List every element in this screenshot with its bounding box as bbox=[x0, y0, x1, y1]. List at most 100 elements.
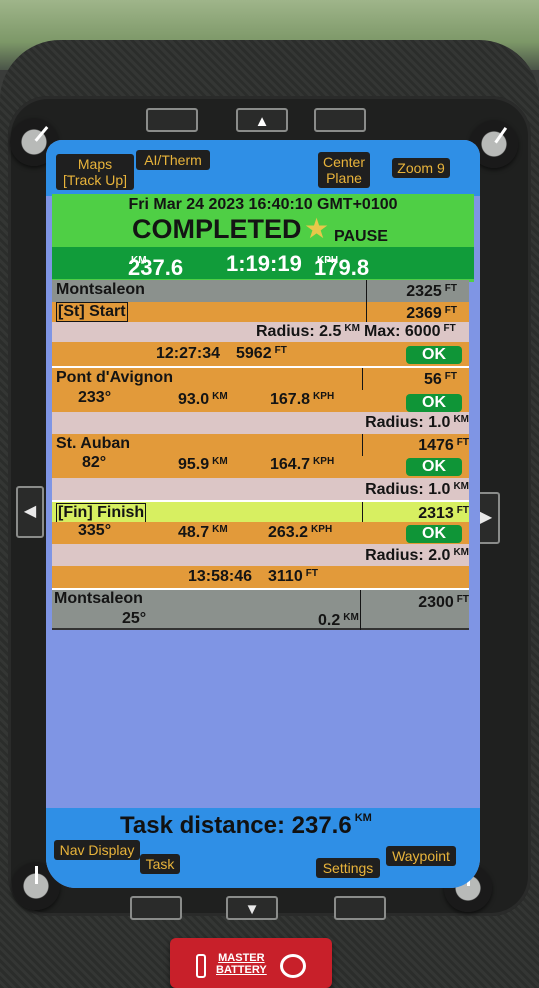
waypoint-altitude: 2300 bbox=[418, 594, 454, 611]
settings-softkey[interactable]: Settings bbox=[316, 858, 380, 878]
distance-unit: KM bbox=[212, 391, 228, 402]
distance-unit: KM bbox=[343, 612, 359, 623]
left-arrow-icon: ◀ bbox=[23, 503, 37, 520]
start-max-altitude: Max: 6000 bbox=[364, 323, 441, 340]
nav-display-softkey[interactable]: Nav Display bbox=[54, 840, 140, 860]
waypoint-speed: 263.2 bbox=[268, 524, 309, 541]
speed-unit: KPH bbox=[313, 391, 335, 402]
speed-unit: KPH bbox=[311, 524, 333, 535]
ok-status-badge: OK bbox=[406, 346, 462, 364]
waypoint-altitude: 2313 bbox=[418, 505, 454, 522]
waypoint-row-finish[interactable]: [Fin] Finish 2313 FT bbox=[52, 500, 469, 524]
waypoint-heading: 25° bbox=[122, 610, 147, 627]
waypoint-row-montsaleon-return[interactable]: Montsaleon 2300 FT 25° 0.2 KM bbox=[52, 588, 469, 630]
up-arrow-icon: ▲ bbox=[254, 113, 270, 130]
ok-status-badge: OK bbox=[406, 458, 462, 476]
waypoint-altitude: 2325 bbox=[406, 283, 442, 300]
waypoint-row-st-auban[interactable]: St. Auban 1476 FT 82° 95.9 KM 164.7 KPH OK bbox=[52, 434, 469, 478]
total-distance-unit: KM bbox=[131, 255, 147, 266]
waypoint-distance: 95.9 bbox=[178, 456, 210, 473]
left-arrow-button[interactable]: ◀ bbox=[16, 486, 44, 538]
waypoint-name: [Fin] Finish bbox=[56, 503, 147, 523]
start-time-row: 12:27:34 5962 FT OK bbox=[52, 342, 469, 366]
start-time: 12:27:34 bbox=[156, 345, 221, 362]
waypoint-heading: 233° bbox=[78, 389, 112, 406]
waypoint-speed: 167.8 bbox=[270, 391, 311, 408]
waypoint-name: Montsaleon bbox=[54, 590, 143, 607]
column-divider bbox=[362, 502, 363, 524]
waypoint-name: Pont d'Avignon bbox=[56, 369, 173, 386]
up-arrow-button[interactable]: ▲ bbox=[236, 108, 288, 132]
pause-button[interactable]: PAUSE bbox=[334, 228, 388, 246]
finish-time-row: 13:58:46 3110 FT bbox=[52, 566, 469, 588]
waypoint-name: Montsaleon bbox=[56, 281, 145, 298]
radius-unit: KM bbox=[453, 547, 469, 558]
column-divider bbox=[362, 368, 363, 390]
task-softkey[interactable]: Task bbox=[140, 854, 180, 874]
task-stats-bar: 237.6 KM 1:19:19 179.8 KPH bbox=[52, 247, 474, 280]
speed-unit: KPH bbox=[313, 456, 335, 467]
task-distance-unit: KM bbox=[354, 812, 372, 824]
waypoint-altitude: 2369 bbox=[406, 305, 442, 322]
waypoint-name: St. Auban bbox=[56, 435, 131, 452]
down-arrow-icon: ▼ bbox=[244, 901, 260, 918]
finish-time-altitude: 3110 bbox=[268, 568, 303, 585]
waypoint-name: [St] Start bbox=[56, 302, 128, 322]
waypoint-radius: Radius: 1.0 bbox=[365, 414, 451, 431]
bottom-right-hardware-button[interactable] bbox=[334, 896, 386, 920]
waypoint-row-start[interactable]: [St] Start 2369 FT bbox=[52, 302, 469, 322]
radius-unit: KM bbox=[344, 323, 360, 334]
pont-radius-row: Radius: 1.0 KM bbox=[52, 412, 469, 434]
master-battery-switch[interactable]: MASTER BATTERY bbox=[170, 938, 332, 988]
altitude-unit: FT bbox=[444, 283, 457, 294]
waypoint-altitude: 1476 bbox=[418, 437, 454, 454]
ai-therm-softkey[interactable]: AI/Therm bbox=[136, 150, 210, 170]
distance-unit: KM bbox=[212, 456, 228, 467]
power-ring-icon bbox=[280, 954, 306, 978]
radius-unit: KM bbox=[453, 481, 469, 492]
max-altitude-unit: FT bbox=[443, 323, 456, 334]
maps-track-up-softkey[interactable]: Maps [Track Up] bbox=[56, 154, 134, 190]
auban-radius-row: Radius: 1.0 KM bbox=[52, 478, 469, 500]
switch-slot-icon bbox=[196, 954, 206, 978]
waypoint-softkey[interactable]: Waypoint bbox=[386, 846, 456, 866]
altitude-unit: FT bbox=[456, 594, 469, 605]
center-plane-softkey[interactable]: Center Plane bbox=[318, 152, 370, 188]
start-radius: Radius: 2.5 bbox=[256, 323, 342, 340]
finish-time: 13:58:46 bbox=[188, 568, 253, 585]
task-state-label: COMPLETED bbox=[132, 214, 302, 244]
start-time-altitude: 5962 bbox=[236, 345, 272, 362]
altitude-unit: FT bbox=[456, 437, 469, 448]
top-right-hardware-button[interactable] bbox=[314, 108, 366, 132]
elapsed-time-value: 1:19:19 bbox=[226, 251, 302, 276]
altitude-unit: FT bbox=[444, 371, 457, 382]
waypoint-heading: 82° bbox=[82, 454, 107, 471]
datetime-label: Fri Mar 24 2023 16:40:10 GMT+0100 bbox=[128, 196, 398, 213]
task-distance-label: Task distance: 237.6 KM bbox=[120, 812, 372, 840]
right-arrow-icon: ▶ bbox=[479, 509, 493, 526]
waypoint-row-pont-davignon[interactable]: Pont d'Avignon 56 FT 233° 93.0 KM 167.8 KPH… bbox=[52, 366, 469, 412]
column-divider bbox=[366, 302, 367, 322]
radius-unit: KM bbox=[453, 414, 469, 425]
nav-display-screen: Maps [Track Up] AI/Therm Center Plane Zo… bbox=[46, 140, 480, 888]
master-battery-label: MASTER BATTERY bbox=[216, 952, 267, 976]
ok-status-badge: OK bbox=[406, 394, 462, 412]
finish-radius-row: Radius: 2.0 KM bbox=[52, 544, 469, 566]
waypoint-distance: 48.7 bbox=[178, 524, 210, 541]
bottom-left-hardware-button[interactable] bbox=[130, 896, 182, 920]
distance-unit: KM bbox=[212, 524, 228, 535]
column-divider bbox=[362, 434, 363, 456]
waypoint-distance: 0.2 bbox=[318, 612, 341, 629]
top-left-hardware-button[interactable] bbox=[146, 108, 198, 132]
down-arrow-button[interactable]: ▼ bbox=[226, 896, 278, 920]
finish-detail-row: 335° 48.7 KM 263.2 KPH OK bbox=[52, 522, 469, 544]
waypoint-speed: 164.7 bbox=[270, 456, 311, 473]
waypoint-altitude: 56 bbox=[423, 371, 442, 388]
column-divider bbox=[366, 280, 367, 302]
waypoint-row-montsaleon[interactable]: Montsaleon 2325 FT bbox=[52, 280, 469, 302]
altitude-unit: FT bbox=[305, 568, 318, 579]
zoom-softkey[interactable]: Zoom 9 bbox=[392, 158, 450, 178]
waypoint-radius: Radius: 1.0 bbox=[365, 481, 451, 498]
altitude-unit: FT bbox=[456, 505, 469, 516]
waypoint-radius: Radius: 2.0 bbox=[365, 547, 451, 564]
